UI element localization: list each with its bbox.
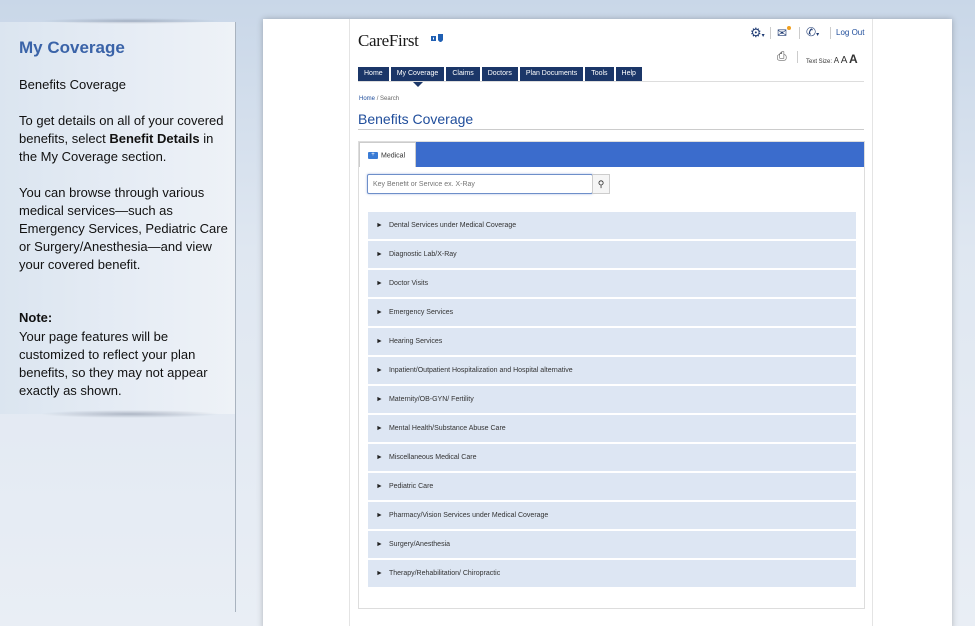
accordion-item[interactable]: ► Pediatric Care <box>368 473 856 500</box>
coverage-panel: +Medical ⚲ ► Dental Services under Medica… <box>358 141 865 609</box>
header-divider <box>770 27 771 39</box>
accordion-item-label: Doctor Visits <box>388 280 429 287</box>
nav-tab-claims[interactable]: Claims <box>446 67 480 82</box>
benefit-accordion: ► Dental Services under Medical Coverage … <box>368 212 856 589</box>
logout-link[interactable]: Log Out <box>836 28 864 37</box>
para1-bold: Benefit Details <box>109 131 200 146</box>
expand-arrow-icon: ► <box>376 309 383 316</box>
expand-arrow-icon: ► <box>376 396 383 403</box>
text-size-small[interactable]: A <box>834 56 839 65</box>
nav-tab-tools[interactable]: Tools <box>585 67 614 82</box>
accordion-item-label: Miscellaneous Medical Care <box>388 454 477 461</box>
bcbs-logo-icon <box>431 34 443 42</box>
accordion-item-label: Dental Services under Medical Coverage <box>388 222 517 229</box>
panel-top-shadow <box>40 18 220 24</box>
accordion-item-label: Therapy/Rehabilitation/ Chiropractic <box>388 570 501 577</box>
nav-tab-doctors[interactable]: Doctors <box>481 67 518 82</box>
carefirst-logo[interactable]: CareFirst <box>358 31 419 51</box>
breadcrumb-separator: / <box>376 96 379 102</box>
nav-tab-my-coverage[interactable]: My Coverage <box>390 67 445 87</box>
accordion-item-label: Pediatric Care <box>388 483 434 490</box>
breadcrumb-home[interactable]: Home <box>359 96 375 102</box>
panel-paragraph-1: To get details on all of your covered be… <box>19 112 229 166</box>
vertical-divider <box>235 22 236 612</box>
expand-arrow-icon: ► <box>376 570 383 577</box>
phone-icon[interactable]: ✆▾ <box>806 25 819 39</box>
expand-arrow-icon: ► <box>376 280 383 287</box>
accordion-item-label: Pharmacy/Vision Services under Medical C… <box>388 512 549 519</box>
search-icon: ⚲ <box>597 179 605 189</box>
accordion-item[interactable]: ► Pharmacy/Vision Services under Medical … <box>368 502 856 529</box>
breadcrumb: Home / Search <box>359 96 399 102</box>
accordion-item[interactable]: ► Inpatient/Outpatient Hospitalization an… <box>368 357 856 384</box>
expand-arrow-icon: ► <box>376 222 383 229</box>
nav-tab-home[interactable]: Home <box>358 67 389 82</box>
accordion-item-label: Hearing Services <box>388 338 443 345</box>
screenshot-frame: CareFirst ⚙▾ ✉ ✆▾ Log Out ⎙ Text Size: A… <box>263 19 952 626</box>
header-divider <box>830 27 831 39</box>
accordion-item[interactable]: ► Mental Health/Substance Abuse Care <box>368 415 856 442</box>
accordion-item-label: Diagnostic Lab/X-Ray <box>388 251 457 258</box>
expand-arrow-icon: ► <box>376 541 383 548</box>
page-container: CareFirst ⚙▾ ✉ ✆▾ Log Out ⎙ Text Size: A… <box>349 19 873 626</box>
tab-medical-label: Medical <box>381 152 406 160</box>
main-nav: Home My Coverage Claims Doctors Plan Doc… <box>358 67 642 87</box>
header-divider <box>797 51 798 63</box>
accordion-item[interactable]: ► Doctor Visits <box>368 270 856 297</box>
expand-arrow-icon: ► <box>376 367 383 374</box>
text-size-control: Text Size: A A A <box>806 52 858 66</box>
accordion-item[interactable]: ► Therapy/Rehabilitation/ Chiropractic <box>368 560 856 587</box>
text-size-medium[interactable]: A <box>841 55 848 66</box>
accordion-item[interactable]: ► Surgery/Anesthesia <box>368 531 856 558</box>
title-divider <box>358 129 864 130</box>
expand-arrow-icon: ► <box>376 454 383 461</box>
panel-bottom-shadow <box>40 410 220 418</box>
accordion-item[interactable]: ► Maternity/OB-GYN/ Fertility <box>368 386 856 413</box>
accordion-item[interactable]: ► Hearing Services <box>368 328 856 355</box>
accordion-item[interactable]: ► Miscellaneous Medical Care <box>368 444 856 471</box>
expand-arrow-icon: ► <box>376 483 383 490</box>
nav-tab-plan-documents[interactable]: Plan Documents <box>519 67 584 82</box>
nav-underline <box>358 81 864 82</box>
panel-title: My Coverage <box>19 38 125 57</box>
mail-icon[interactable]: ✉ <box>777 26 792 40</box>
accordion-item[interactable]: ► Dental Services under Medical Coverage <box>368 212 856 239</box>
medical-kit-icon: + <box>368 152 378 159</box>
accordion-item-label: Surgery/Anesthesia <box>388 541 451 548</box>
nav-tab-help[interactable]: Help <box>615 67 642 82</box>
accordion-item[interactable]: ► Diagnostic Lab/X-Ray <box>368 241 856 268</box>
note-label: Note: <box>19 310 53 325</box>
breadcrumb-current: Search <box>380 96 400 102</box>
accordion-item-label: Emergency Services <box>388 309 454 316</box>
accordion-item-label: Inpatient/Outpatient Hospitalization and… <box>388 367 573 374</box>
expand-arrow-icon: ► <box>376 425 383 432</box>
panel-subtitle: Benefits Coverage <box>19 77 126 92</box>
instruction-panel: My Coverage Benefits Coverage To get det… <box>0 18 236 418</box>
tab-medical[interactable]: + Medical <box>359 142 416 167</box>
search-button[interactable]: ⚲ <box>592 174 610 194</box>
print-icon[interactable]: ⎙ <box>777 49 787 64</box>
accordion-item[interactable]: ► Emergency Services <box>368 299 856 326</box>
benefit-search-input[interactable] <box>367 174 593 194</box>
accordion-item-label: Mental Health/Substance Abuse Care <box>388 425 506 432</box>
expand-arrow-icon: ► <box>376 512 383 519</box>
expand-arrow-icon: ► <box>376 251 383 258</box>
accordion-item-label: Maternity/OB-GYN/ Fertility <box>388 396 474 403</box>
text-size-large[interactable]: A <box>849 52 858 66</box>
header-divider <box>799 27 800 39</box>
panel-paragraph-2: You can browse through various medical s… <box>19 185 228 272</box>
expand-arrow-icon: ► <box>376 338 383 345</box>
page-title: Benefits Coverage <box>358 111 474 127</box>
tab-bar <box>359 142 864 167</box>
note-text: Your page features will be customized to… <box>19 329 208 398</box>
gear-icon[interactable]: ⚙▾ <box>750 25 765 41</box>
text-size-label: Text Size: <box>806 59 833 65</box>
